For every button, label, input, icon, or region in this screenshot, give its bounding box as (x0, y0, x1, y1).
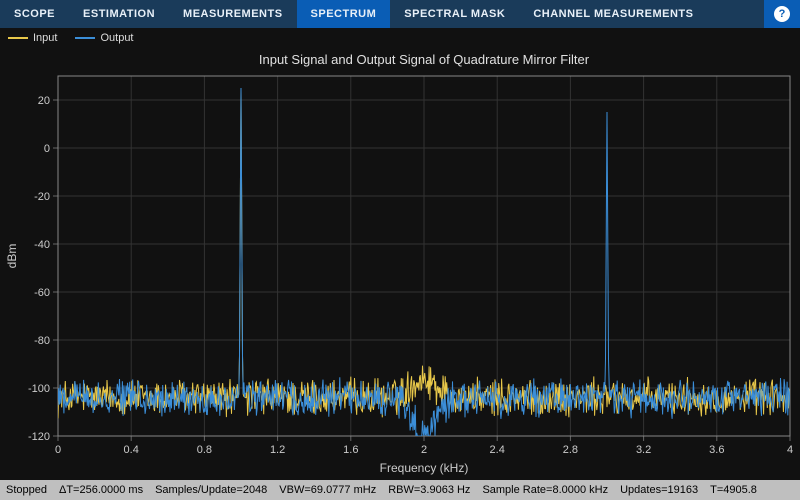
svg-text:-40: -40 (34, 239, 50, 251)
svg-text:Input Signal and Output Signal: Input Signal and Output Signal of Quadra… (259, 52, 590, 67)
tab-channel-measurements[interactable]: CHANNEL MEASUREMENTS (519, 0, 707, 28)
svg-text:-100: -100 (28, 383, 50, 395)
status-rbw: RBW=3.9063 Hz (388, 484, 470, 496)
svg-text:20: 20 (38, 95, 50, 107)
status-updates: Updates=19163 (620, 484, 698, 496)
help-icon: ? (774, 6, 790, 22)
svg-text:-120: -120 (28, 431, 50, 443)
svg-text:dBm: dBm (5, 244, 19, 269)
svg-text:2: 2 (421, 444, 427, 456)
svg-text:-20: -20 (34, 191, 50, 203)
help-button[interactable]: ? (764, 0, 800, 28)
tab-estimation[interactable]: ESTIMATION (69, 0, 169, 28)
svg-text:3.2: 3.2 (636, 444, 651, 456)
svg-text:1.2: 1.2 (270, 444, 285, 456)
legend-label: Output (100, 32, 133, 44)
tab-spectrum[interactable]: SPECTRUM (297, 0, 391, 28)
legend-swatch (75, 37, 95, 39)
legend-label: Input (33, 32, 57, 44)
tab-scope[interactable]: SCOPE (0, 0, 69, 28)
svg-text:-60: -60 (34, 287, 50, 299)
legend: Input Output (0, 28, 800, 48)
legend-item-output[interactable]: Output (75, 32, 133, 44)
svg-text:0: 0 (55, 444, 61, 456)
status-state: Stopped (6, 484, 47, 496)
status-samples: Samples/Update=2048 (155, 484, 267, 496)
svg-text:0: 0 (44, 143, 50, 155)
tab-spectral-mask[interactable]: SPECTRAL MASK (390, 0, 519, 28)
legend-swatch (8, 37, 28, 39)
svg-text:1.6: 1.6 (343, 444, 358, 456)
tab-measurements[interactable]: MEASUREMENTS (169, 0, 297, 28)
svg-text:0.8: 0.8 (197, 444, 212, 456)
svg-text:4: 4 (787, 444, 793, 456)
svg-text:3.6: 3.6 (709, 444, 724, 456)
tab-bar: SCOPEESTIMATIONMEASUREMENTSSPECTRUMSPECT… (0, 0, 800, 28)
svg-text:2.8: 2.8 (563, 444, 578, 456)
status-t: T=4905.8 (710, 484, 757, 496)
svg-text:2.4: 2.4 (490, 444, 505, 456)
svg-text:-80: -80 (34, 335, 50, 347)
svg-text:0.4: 0.4 (124, 444, 139, 456)
status-rate: Sample Rate=8.0000 kHz (482, 484, 608, 496)
svg-text:Frequency (kHz): Frequency (kHz) (380, 461, 469, 475)
status-bar: Stopped ΔT=256.0000 ms Samples/Update=20… (0, 480, 800, 500)
spectrum-plot[interactable]: Input Signal and Output Signal of Quadra… (0, 48, 800, 480)
status-deltaT: ΔT=256.0000 ms (59, 484, 143, 496)
legend-item-input[interactable]: Input (8, 32, 57, 44)
status-vbw: VBW=69.0777 mHz (279, 484, 376, 496)
